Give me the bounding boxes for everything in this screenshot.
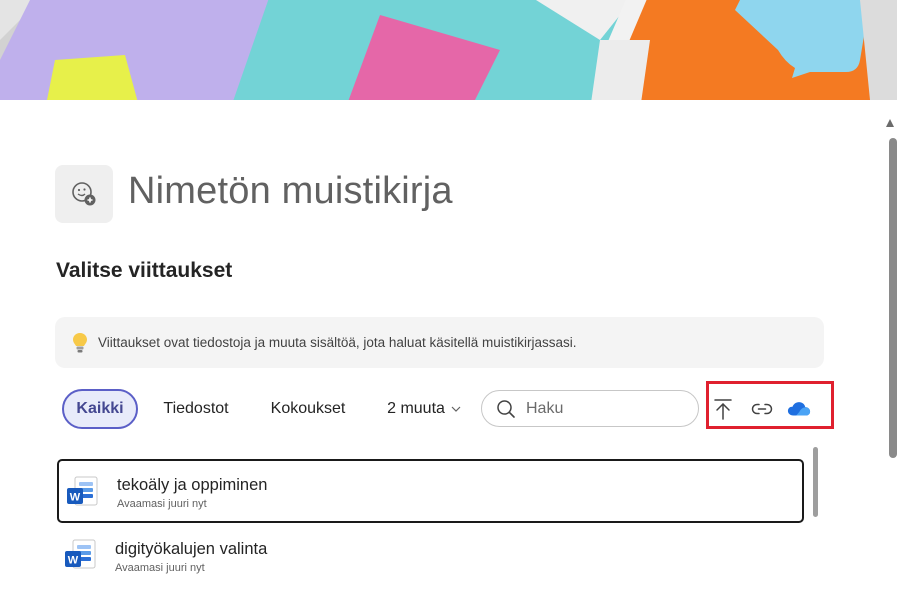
link-icon: [751, 403, 773, 415]
add-link-button[interactable]: [750, 397, 774, 421]
info-text: Viittaukset ovat tiedostoja ja muuta sis…: [98, 335, 577, 350]
tab-more-dropdown[interactable]: 2 muuta: [374, 389, 474, 429]
tab-meetings[interactable]: Kokoukset: [258, 389, 358, 429]
item-subtitle: Avaamasi juuri nyt: [115, 562, 205, 574]
tab-all[interactable]: Kaikki: [62, 389, 138, 429]
item-title: tekoäly ja oppiminen: [117, 476, 268, 494]
list-item[interactable]: W tekoäly ja oppiminen Avaamasi juuri ny…: [57, 459, 804, 523]
chevron-down-icon: [451, 406, 461, 412]
word-document-icon: W: [67, 476, 98, 506]
notebook-icon-button[interactable]: [55, 165, 113, 223]
onedrive-button[interactable]: [787, 397, 811, 421]
tab-files[interactable]: Tiedostot: [150, 389, 242, 429]
notebook-add-icon: [72, 182, 96, 206]
search-icon: [496, 399, 516, 419]
tab-more-label: 2 muuta: [387, 400, 445, 417]
item-title: digityökalujen valinta: [115, 540, 268, 558]
lightbulb-icon: [72, 331, 90, 355]
upload-icon: [714, 399, 732, 420]
list-item[interactable]: W digityökalujen valinta Avaamasi juuri …: [57, 524, 804, 588]
scroll-up-arrow-icon[interactable]: [886, 118, 894, 128]
svg-text:W: W: [68, 555, 79, 567]
search-box[interactable]: [481, 390, 699, 427]
header-banner: [0, 0, 897, 100]
search-input[interactable]: [524, 398, 688, 419]
page-scrollbar-thumb[interactable]: [889, 138, 897, 458]
word-document-icon: W: [65, 539, 96, 569]
onedrive-cloud-icon: [787, 402, 811, 416]
upload-button[interactable]: [711, 397, 735, 421]
list-scrollbar-thumb[interactable]: [813, 447, 818, 517]
svg-text:W: W: [70, 492, 81, 504]
item-subtitle: Avaamasi juuri nyt: [117, 498, 207, 510]
section-heading: Valitse viittaukset: [56, 259, 233, 282]
page-title: Nimetön muistikirja: [128, 170, 453, 212]
info-banner: Viittaukset ovat tiedostoja ja muuta sis…: [55, 317, 824, 368]
